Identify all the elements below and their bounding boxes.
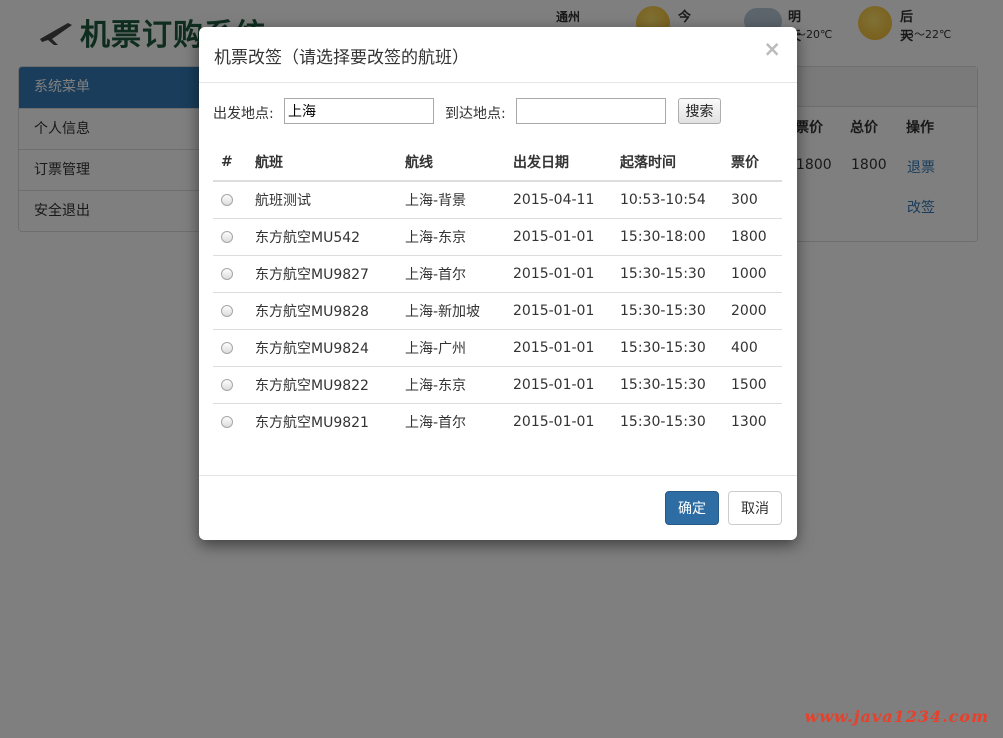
- flight-route: 上海-东京: [397, 217, 505, 255]
- flight-name: 东方航空MU9828: [247, 291, 397, 329]
- flight-date: 2015-04-11: [513, 191, 595, 208]
- flight-date: 2015-01-01: [505, 217, 612, 255]
- table-row[interactable]: 东方航空MU9828 上海-新加坡 2015-01-01 15:30-15:30…: [213, 291, 782, 329]
- flight-price: 400: [723, 328, 782, 366]
- change-flight-modal: 机票改签（请选择要改签的航班） × 出发地点: 到达地点: 搜索 # 航班 航线…: [199, 27, 797, 540]
- flight-route: 上海-首尔: [397, 254, 505, 292]
- table-row[interactable]: 东方航空MU9821 上海-首尔 2015-01-01 15:30-15:30 …: [213, 402, 782, 440]
- confirm-button[interactable]: 确定: [665, 491, 719, 525]
- cancel-button[interactable]: 取消: [728, 491, 782, 525]
- flight-radio[interactable]: [221, 378, 233, 391]
- flight-date: 2015-01-01: [505, 365, 612, 403]
- flight-route: 上海-东京: [397, 365, 505, 403]
- col-route: 航线: [397, 143, 505, 182]
- flight-price: 1000: [723, 254, 782, 292]
- flights-table: # 航班 航线 出发日期 起落时间 票价 航班测试 上海-背景 2015-04-…: [213, 143, 782, 440]
- flight-name: 航班测试: [255, 192, 311, 209]
- watermark: www.java1234.com: [804, 707, 989, 726]
- table-row[interactable]: 东方航空MU9827 上海-首尔 2015-01-01 15:30-15:30 …: [213, 254, 782, 292]
- to-label: 到达地点:: [445, 106, 506, 122]
- to-input[interactable]: [516, 98, 666, 124]
- flight-radio[interactable]: [221, 341, 233, 354]
- flight-route: 上海-广州: [397, 328, 505, 366]
- col-time: 起落时间: [612, 143, 723, 182]
- flight-name: 东方航空MU9827: [247, 254, 397, 292]
- flight-price: 2000: [723, 291, 782, 329]
- flight-route: 上海-首尔: [397, 402, 505, 440]
- from-label: 出发地点:: [213, 106, 274, 122]
- modal-footer: 确定 取消: [199, 475, 797, 540]
- flight-date: 2015-01-01: [505, 291, 612, 329]
- flight-date: 2015-01-01: [505, 402, 612, 440]
- col-date: 出发日期: [505, 143, 612, 182]
- flight-date: 2015-01-01: [505, 328, 612, 366]
- table-row[interactable]: 航班测试 上海-背景 2015-04-11 10:53-10:54 300: [213, 181, 782, 218]
- table-row[interactable]: 东方航空MU9824 上海-广州 2015-01-01 15:30-15:30 …: [213, 328, 782, 366]
- table-row[interactable]: 东方航空MU9822 上海-东京 2015-01-01 15:30-15:30 …: [213, 365, 782, 403]
- flight-name: 东方航空MU9822: [247, 365, 397, 403]
- col-price: 票价: [723, 143, 782, 182]
- modal-header: 机票改签（请选择要改签的航班） ×: [199, 27, 797, 83]
- col-flight: 航班: [247, 143, 397, 182]
- modal-title: 机票改签（请选择要改签的航班）: [214, 48, 469, 68]
- flight-price: 1300: [723, 402, 782, 440]
- flight-price: 300: [731, 191, 758, 208]
- flight-radio[interactable]: [221, 304, 233, 317]
- flight-radio[interactable]: [221, 267, 233, 280]
- col-index: #: [213, 143, 247, 182]
- flight-time: 15:30-15:30: [612, 254, 723, 292]
- flight-time: 15:30-15:30: [612, 328, 723, 366]
- flight-time: 15:30-15:30: [612, 291, 723, 329]
- flight-route: 上海-新加坡: [397, 291, 505, 329]
- flight-time: 15:30-15:30: [612, 402, 723, 440]
- flight-radio[interactable]: [221, 230, 233, 243]
- from-input[interactable]: [284, 98, 434, 124]
- table-header-row: # 航班 航线 出发日期 起落时间 票价: [213, 143, 782, 182]
- flight-route: 上海-背景: [405, 192, 467, 209]
- flight-name: 东方航空MU9821: [247, 402, 397, 440]
- search-form: 出发地点: 到达地点: 搜索: [213, 97, 783, 125]
- flight-name: 东方航空MU9824: [247, 328, 397, 366]
- flight-radio[interactable]: [221, 193, 233, 206]
- search-button[interactable]: 搜索: [678, 98, 721, 124]
- flight-date: 2015-01-01: [505, 254, 612, 292]
- flight-radio[interactable]: [221, 415, 233, 428]
- close-icon[interactable]: ×: [763, 39, 781, 60]
- flight-price: 1500: [723, 365, 782, 403]
- table-row[interactable]: 东方航空MU542 上海-东京 2015-01-01 15:30-18:00 1…: [213, 217, 782, 255]
- flight-time: 15:30-15:30: [612, 365, 723, 403]
- flight-price: 1800: [723, 217, 782, 255]
- flight-time: 10:53-10:54: [620, 191, 706, 208]
- flight-time: 15:30-18:00: [612, 217, 723, 255]
- flight-name: 东方航空MU542: [247, 217, 397, 255]
